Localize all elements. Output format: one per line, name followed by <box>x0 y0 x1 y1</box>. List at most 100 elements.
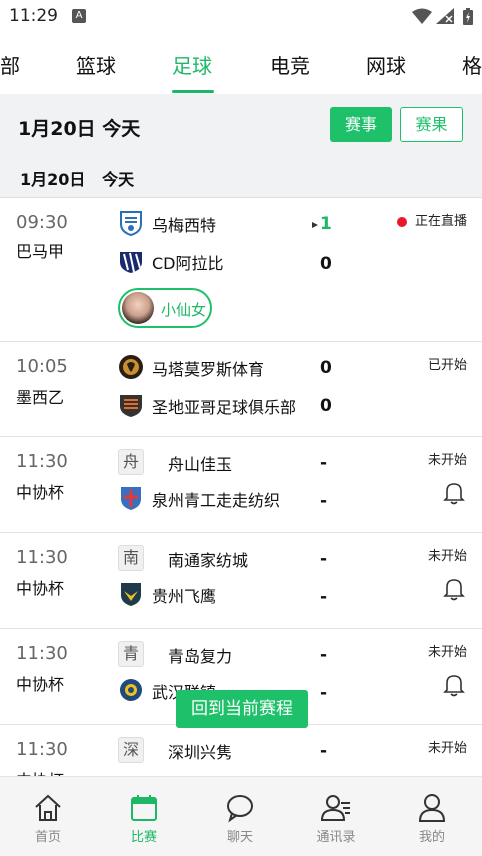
home-score: 1 <box>320 214 332 234</box>
away-team-name: 贵州飞鹰 <box>152 587 217 606</box>
section-date: 1月20日 今天 <box>20 170 135 189</box>
match-time: 10:05 <box>16 356 68 377</box>
bell-icon[interactable] <box>443 481 465 505</box>
lion-logo-icon <box>119 355 143 379</box>
home-team-name: 马塔莫罗斯体育 <box>152 360 265 379</box>
home-team: 南 南通家纺城 <box>118 545 318 571</box>
nav-chat[interactable]: 聊天 <box>192 777 288 856</box>
match-row[interactable]: 10:05 墨西乙 马塔莫罗斯体育 圣地亚哥足球俱乐部 0 0 已开始 <box>0 342 482 437</box>
team-initial-logo: 深 <box>118 737 144 763</box>
team-initial-logo: 青 <box>118 641 144 667</box>
nav-label: 通讯录 <box>316 830 356 845</box>
bell-icon[interactable] <box>443 673 465 697</box>
home-team-name: 南通家纺城 <box>168 551 249 570</box>
match-status: 未开始 <box>427 645 467 660</box>
match-league: 墨西乙 <box>16 388 65 407</box>
match-league: 中协杯 <box>16 579 65 598</box>
away-team-name: CD阿拉比 <box>152 254 224 273</box>
contacts-icon <box>321 795 350 821</box>
current-date: 1月20日 今天 <box>18 118 141 140</box>
wifi-icon <box>412 8 432 24</box>
home-team-name: 深圳兴隽 <box>168 743 233 762</box>
date-header: 1月20日 今天 赛事 赛果 <box>0 94 482 158</box>
tab-basketball[interactable]: 篮球 <box>76 50 116 79</box>
events-button[interactable]: 赛事 <box>330 107 392 142</box>
away-team-name: 泉州青工走走纺织 <box>152 491 281 510</box>
match-row[interactable]: 11:30 中协杯 南 南通家纺城 贵州飞鹰 - - 未开始 <box>0 533 482 629</box>
home-team: 乌梅西特 <box>118 210 318 236</box>
match-league: 中协杯 <box>16 483 65 502</box>
home-score: - <box>320 741 328 761</box>
possession-icon <box>312 222 318 228</box>
sport-tabs: 部 篮球 足球 电竞 网球 格 <box>0 32 482 94</box>
active-tab-indicator <box>172 90 214 93</box>
back-to-current-button[interactable]: 回到当前赛程 <box>176 690 308 728</box>
away-score: - <box>320 491 328 511</box>
nav-profile[interactable]: 我的 <box>384 777 480 856</box>
status-label: 正在直播 <box>414 214 467 229</box>
home-team: 深 深圳兴隽 <box>118 737 318 763</box>
home-score: 0 <box>320 358 332 378</box>
nav-label: 我的 <box>418 830 445 845</box>
match-status: 未开始 <box>427 741 467 756</box>
crest-logo-icon <box>121 487 141 510</box>
streamer-avatar <box>122 292 154 324</box>
circle-logo-icon <box>120 679 142 701</box>
chat-icon <box>227 795 253 823</box>
nav-label: 聊天 <box>226 830 253 845</box>
nav-matches[interactable]: 比赛 <box>96 777 192 856</box>
nav-contacts[interactable]: 通讯录 <box>288 777 384 856</box>
eagle-logo-icon <box>121 583 141 606</box>
home-team-name: 青岛复力 <box>168 647 233 666</box>
profile-icon <box>418 794 446 822</box>
team-initial-logo: 舟 <box>118 449 144 475</box>
section-date-header: 1月20日 今天 <box>0 158 482 198</box>
calendar-icon <box>131 795 157 821</box>
match-time: 11:30 <box>16 643 68 664</box>
tab-esports[interactable]: 电竞 <box>270 50 310 79</box>
nav-label: 首页 <box>34 830 61 845</box>
nav-home[interactable]: 首页 <box>0 777 96 856</box>
away-team: 圣地亚哥足球俱乐部 <box>118 392 318 418</box>
match-row[interactable]: 09:30 巴马甲 乌梅西特 CD阿拉比 1 0 正在直播 小仙女 <box>0 198 482 342</box>
home-score: - <box>320 645 328 665</box>
shield-logo-icon <box>120 211 142 236</box>
signal-icon <box>436 8 454 24</box>
match-time: 11:30 <box>16 739 68 760</box>
away-team-name: 圣地亚哥足球俱乐部 <box>152 398 297 417</box>
match-status: 未开始 <box>427 453 467 468</box>
home-icon <box>35 794 61 821</box>
tab-tennis[interactable]: 网球 <box>366 50 406 79</box>
away-score: 0 <box>320 254 332 274</box>
match-status: 未开始 <box>427 549 467 564</box>
match-time: 11:30 <box>16 451 68 472</box>
notification-icon: A <box>72 9 86 23</box>
match-row[interactable]: 11:30 中协杯 舟 舟山佳玉 泉州青工走走纺织 - - 未开始 <box>0 437 482 533</box>
match-league: 巴马甲 <box>16 242 65 261</box>
match-league: 中协杯 <box>16 675 65 694</box>
away-team: 贵州飞鹰 <box>118 581 318 607</box>
status-bar: 11:29 A <box>0 0 482 32</box>
nav-label: 比赛 <box>130 830 157 845</box>
crest-logo-icon <box>120 395 142 417</box>
home-team: 马塔莫罗斯体育 <box>118 354 318 380</box>
home-team: 舟 舟山佳玉 <box>118 449 318 475</box>
tab-football[interactable]: 足球 <box>172 50 212 79</box>
away-score: - <box>320 683 328 703</box>
battery-icon <box>463 8 473 25</box>
away-team: CD阿拉比 <box>118 248 318 274</box>
tab-fighting[interactable]: 格 <box>462 50 482 79</box>
match-status: 已开始 <box>427 358 467 373</box>
away-score: 0 <box>320 396 332 416</box>
striped-logo-icon <box>120 252 142 273</box>
home-score: - <box>320 453 328 473</box>
match-time: 11:30 <box>16 547 68 568</box>
live-dot-icon <box>396 216 407 227</box>
streamer-chip[interactable]: 小仙女 <box>118 288 212 328</box>
tab-all[interactable]: 部 <box>0 50 20 79</box>
home-team-name: 乌梅西特 <box>152 216 217 235</box>
results-button[interactable]: 赛果 <box>400 107 463 142</box>
live-status: 正在直播 <box>396 210 467 229</box>
bell-icon[interactable] <box>443 577 465 601</box>
away-team: 泉州青工走走纺织 <box>118 485 318 511</box>
